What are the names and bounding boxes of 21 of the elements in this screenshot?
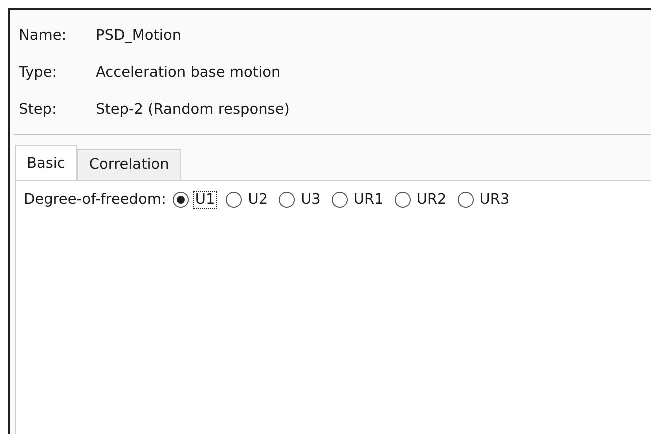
radio-button[interactable]	[458, 192, 474, 208]
radio-button[interactable]	[279, 192, 296, 208]
radio-label[interactable]: UR3	[478, 191, 512, 209]
tab[interactable]: Correlation	[77, 149, 182, 181]
radio-label[interactable]: U1	[193, 191, 218, 209]
radio-button[interactable]	[226, 192, 242, 208]
tab[interactable]: Basic	[15, 145, 78, 181]
field-label: Name:	[19, 28, 68, 44]
field-value: PSD_Motion	[96, 28, 182, 44]
field-value: Acceleration base motion	[96, 65, 281, 81]
radio-button[interactable]	[332, 192, 348, 208]
radio-label[interactable]: UR2	[414, 191, 449, 209]
radio-button[interactable]	[173, 192, 190, 208]
radio-label[interactable]: UR1	[352, 191, 386, 209]
dof-label: Degree-of-freedom:	[24, 192, 166, 208]
field-value: Step-2 (Random response)	[96, 102, 290, 118]
radio-label[interactable]: U3	[299, 191, 323, 209]
field-label: Type:	[19, 65, 58, 81]
radio-button[interactable]	[394, 192, 411, 208]
field-label: Step:	[19, 102, 58, 118]
radio-label[interactable]: U2	[246, 191, 270, 209]
